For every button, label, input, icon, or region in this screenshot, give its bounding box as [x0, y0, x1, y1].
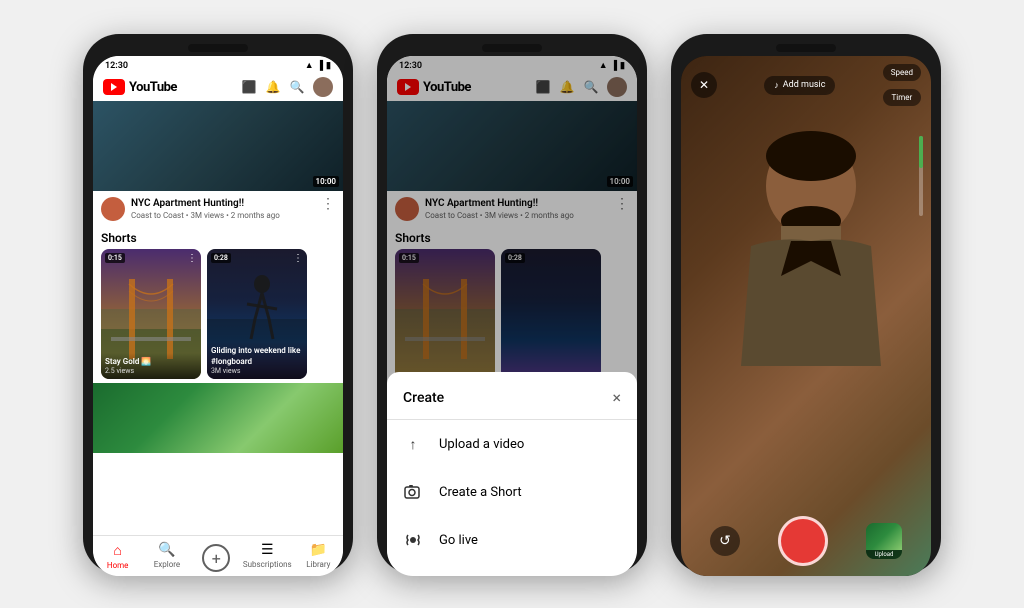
search-icon-1[interactable]: 🔍 — [289, 79, 305, 95]
modal-title: Create — [403, 390, 444, 406]
status-icons-1: ▲ ▐ ▮ — [305, 60, 331, 71]
short-info-2: Gliding into weekend like #longboard 3M … — [207, 342, 307, 379]
nav-create-1[interactable]: + — [192, 536, 241, 576]
explore-icon-1: 🔍 — [158, 542, 175, 558]
camera-icon-svg — [404, 484, 422, 500]
upload-from-gallery-button[interactable]: Upload — [866, 523, 902, 559]
short-more-1[interactable]: ⋮ — [187, 253, 197, 264]
modal-upload-item[interactable]: ↑ Upload a video — [387, 420, 637, 468]
nav-home-label-1: Home — [107, 561, 129, 570]
live-icon-svg — [404, 532, 422, 548]
yt-logo-text-1: YouTube — [129, 80, 177, 95]
short-card-2[interactable]: 0:28 ⋮ Gliding into weekend like #longbo… — [207, 249, 307, 379]
timer-button[interactable]: Timer — [883, 89, 921, 106]
status-bar-1: 12:30 ▲ ▐ ▮ — [93, 56, 343, 73]
upload-button-label: Upload — [866, 550, 902, 559]
video-meta-1: NYC Apartment Hunting!! Coast to Coast •… — [131, 197, 315, 220]
cast-icon-1[interactable]: ⬛ — [241, 79, 257, 95]
video-title-1: NYC Apartment Hunting!! — [131, 197, 315, 210]
nav-explore-1[interactable]: 🔍 Explore — [142, 536, 191, 576]
wifi-icon: ▲ — [305, 60, 314, 71]
modal-header: Create × — [387, 388, 637, 420]
phone-notch-3 — [776, 44, 836, 52]
add-music-button[interactable]: ♪ Add music — [764, 76, 835, 95]
live-icon — [403, 530, 423, 550]
camera-right-controls: Speed Timer — [883, 64, 921, 106]
user-avatar-1[interactable] — [313, 77, 333, 97]
video-info-row-1: NYC Apartment Hunting!! Coast to Coast •… — [93, 191, 343, 227]
short-more-2[interactable]: ⋮ — [293, 253, 303, 264]
create-button-1[interactable]: + — [202, 544, 230, 572]
camera-bottom-bar: ↺ Upload — [681, 516, 931, 566]
nav-subscriptions-1[interactable]: ☰ Subscriptions — [241, 536, 294, 576]
more-options-icon-1[interactable]: ⋮ — [321, 197, 335, 211]
subscriptions-icon-1: ☰ — [261, 542, 274, 558]
home-icon-1: ⌂ — [113, 542, 121, 559]
recording-progress-fill — [919, 136, 923, 168]
go-live-label: Go live — [439, 533, 478, 548]
nav-library-label-1: Library — [306, 560, 330, 569]
camera-close-button[interactable]: ✕ — [691, 72, 717, 98]
upload-label: Upload a video — [439, 437, 524, 452]
short-views-2: 3M views — [211, 367, 303, 375]
main-video-thumb-1[interactable]: 10:00 — [93, 101, 343, 191]
phone-screen-1: 12:30 ▲ ▐ ▮ YouTube ⬛ 🔔 🔍 10:00 — [93, 56, 343, 576]
short-info-1: Stay Gold 🌅 2.5 views — [101, 353, 201, 379]
phone-3: ✕ ♪ Add music Speed Timer ↺ Upload — [671, 34, 941, 574]
status-time-1: 12:30 — [105, 61, 128, 71]
phone-notch-1 — [188, 44, 248, 52]
short-title-1: Stay Gold 🌅 — [105, 357, 197, 367]
phone-screen-3: ✕ ♪ Add music Speed Timer ↺ Upload — [681, 56, 931, 576]
record-button[interactable] — [778, 516, 828, 566]
yt-logo-1: YouTube — [103, 79, 177, 95]
video-duration-1: 10:00 — [313, 176, 339, 187]
landscape-thumb-1[interactable] — [93, 383, 343, 453]
camera-top-bar: ✕ ♪ Add music Speed Timer — [681, 56, 931, 114]
gallery-preview — [866, 523, 902, 550]
person-camera-svg — [701, 116, 901, 366]
yt-header-icons-1: ⬛ 🔔 🔍 — [241, 77, 333, 97]
short-duration-2: 0:28 — [211, 253, 231, 263]
library-icon-1: 📁 — [310, 542, 327, 558]
flip-camera-button[interactable]: ↺ — [710, 526, 740, 556]
short-thumb-2: 0:28 ⋮ Gliding into weekend like #longbo… — [207, 249, 307, 379]
music-note-icon: ♪ — [774, 80, 779, 91]
upload-icon: ↑ — [403, 434, 423, 454]
bottom-nav-1: ⌂ Home 🔍 Explore + ☰ Subscriptions 📁 Lib… — [93, 535, 343, 576]
nav-subs-label-1: Subscriptions — [243, 560, 292, 569]
short-camera-icon — [403, 482, 423, 502]
recording-progress-bar — [919, 136, 923, 216]
phone-2: 12:30 ▲ ▐ ▮ YouTube ⬛ 🔔 🔍 10:00 — [377, 34, 647, 574]
modal-live-item[interactable]: Go live — [387, 516, 637, 564]
modal-close-button[interactable]: × — [612, 388, 621, 407]
create-short-label: Create a Short — [439, 485, 522, 500]
signal-icon: ▐ — [317, 60, 323, 71]
short-card-1[interactable]: 0:15 ⋮ Stay Gold 🌅 2.5 views — [101, 249, 201, 379]
yt-logo-icon-1 — [103, 79, 125, 95]
shorts-row-1: 0:15 ⋮ Stay Gold 🌅 2.5 views — [93, 249, 343, 379]
nav-explore-label-1: Explore — [154, 560, 180, 569]
create-modal-sheet: Create × ↑ Upload a video Create a Short — [387, 372, 637, 576]
modal-short-item[interactable]: Create a Short — [387, 468, 637, 516]
bell-icon-1[interactable]: 🔔 — [265, 79, 281, 95]
short-thumb-1: 0:15 ⋮ Stay Gold 🌅 2.5 views — [101, 249, 201, 379]
yt-header-1: YouTube ⬛ 🔔 🔍 — [93, 73, 343, 101]
channel-avatar-1 — [101, 197, 125, 221]
phone-1: 12:30 ▲ ▐ ▮ YouTube ⬛ 🔔 🔍 10:00 — [83, 34, 353, 574]
speed-button[interactable]: Speed — [883, 64, 921, 81]
short-views-1: 2.5 views — [105, 367, 197, 375]
shorts-section-title-1: Shorts — [93, 227, 343, 249]
phone-screen-2: 12:30 ▲ ▐ ▮ YouTube ⬛ 🔔 🔍 10:00 — [387, 56, 637, 576]
short-duration-1: 0:15 — [105, 253, 125, 263]
nav-home-1[interactable]: ⌂ Home — [93, 536, 142, 576]
short-title-2: Gliding into weekend like #longboard — [211, 346, 303, 367]
nav-library-1[interactable]: 📁 Library — [294, 536, 343, 576]
battery-icon: ▮ — [326, 61, 331, 71]
phone-notch-2 — [482, 44, 542, 52]
video-subtitle-1: Coast to Coast • 3M views • 2 months ago — [131, 211, 315, 220]
add-music-label: Add music — [783, 80, 826, 90]
